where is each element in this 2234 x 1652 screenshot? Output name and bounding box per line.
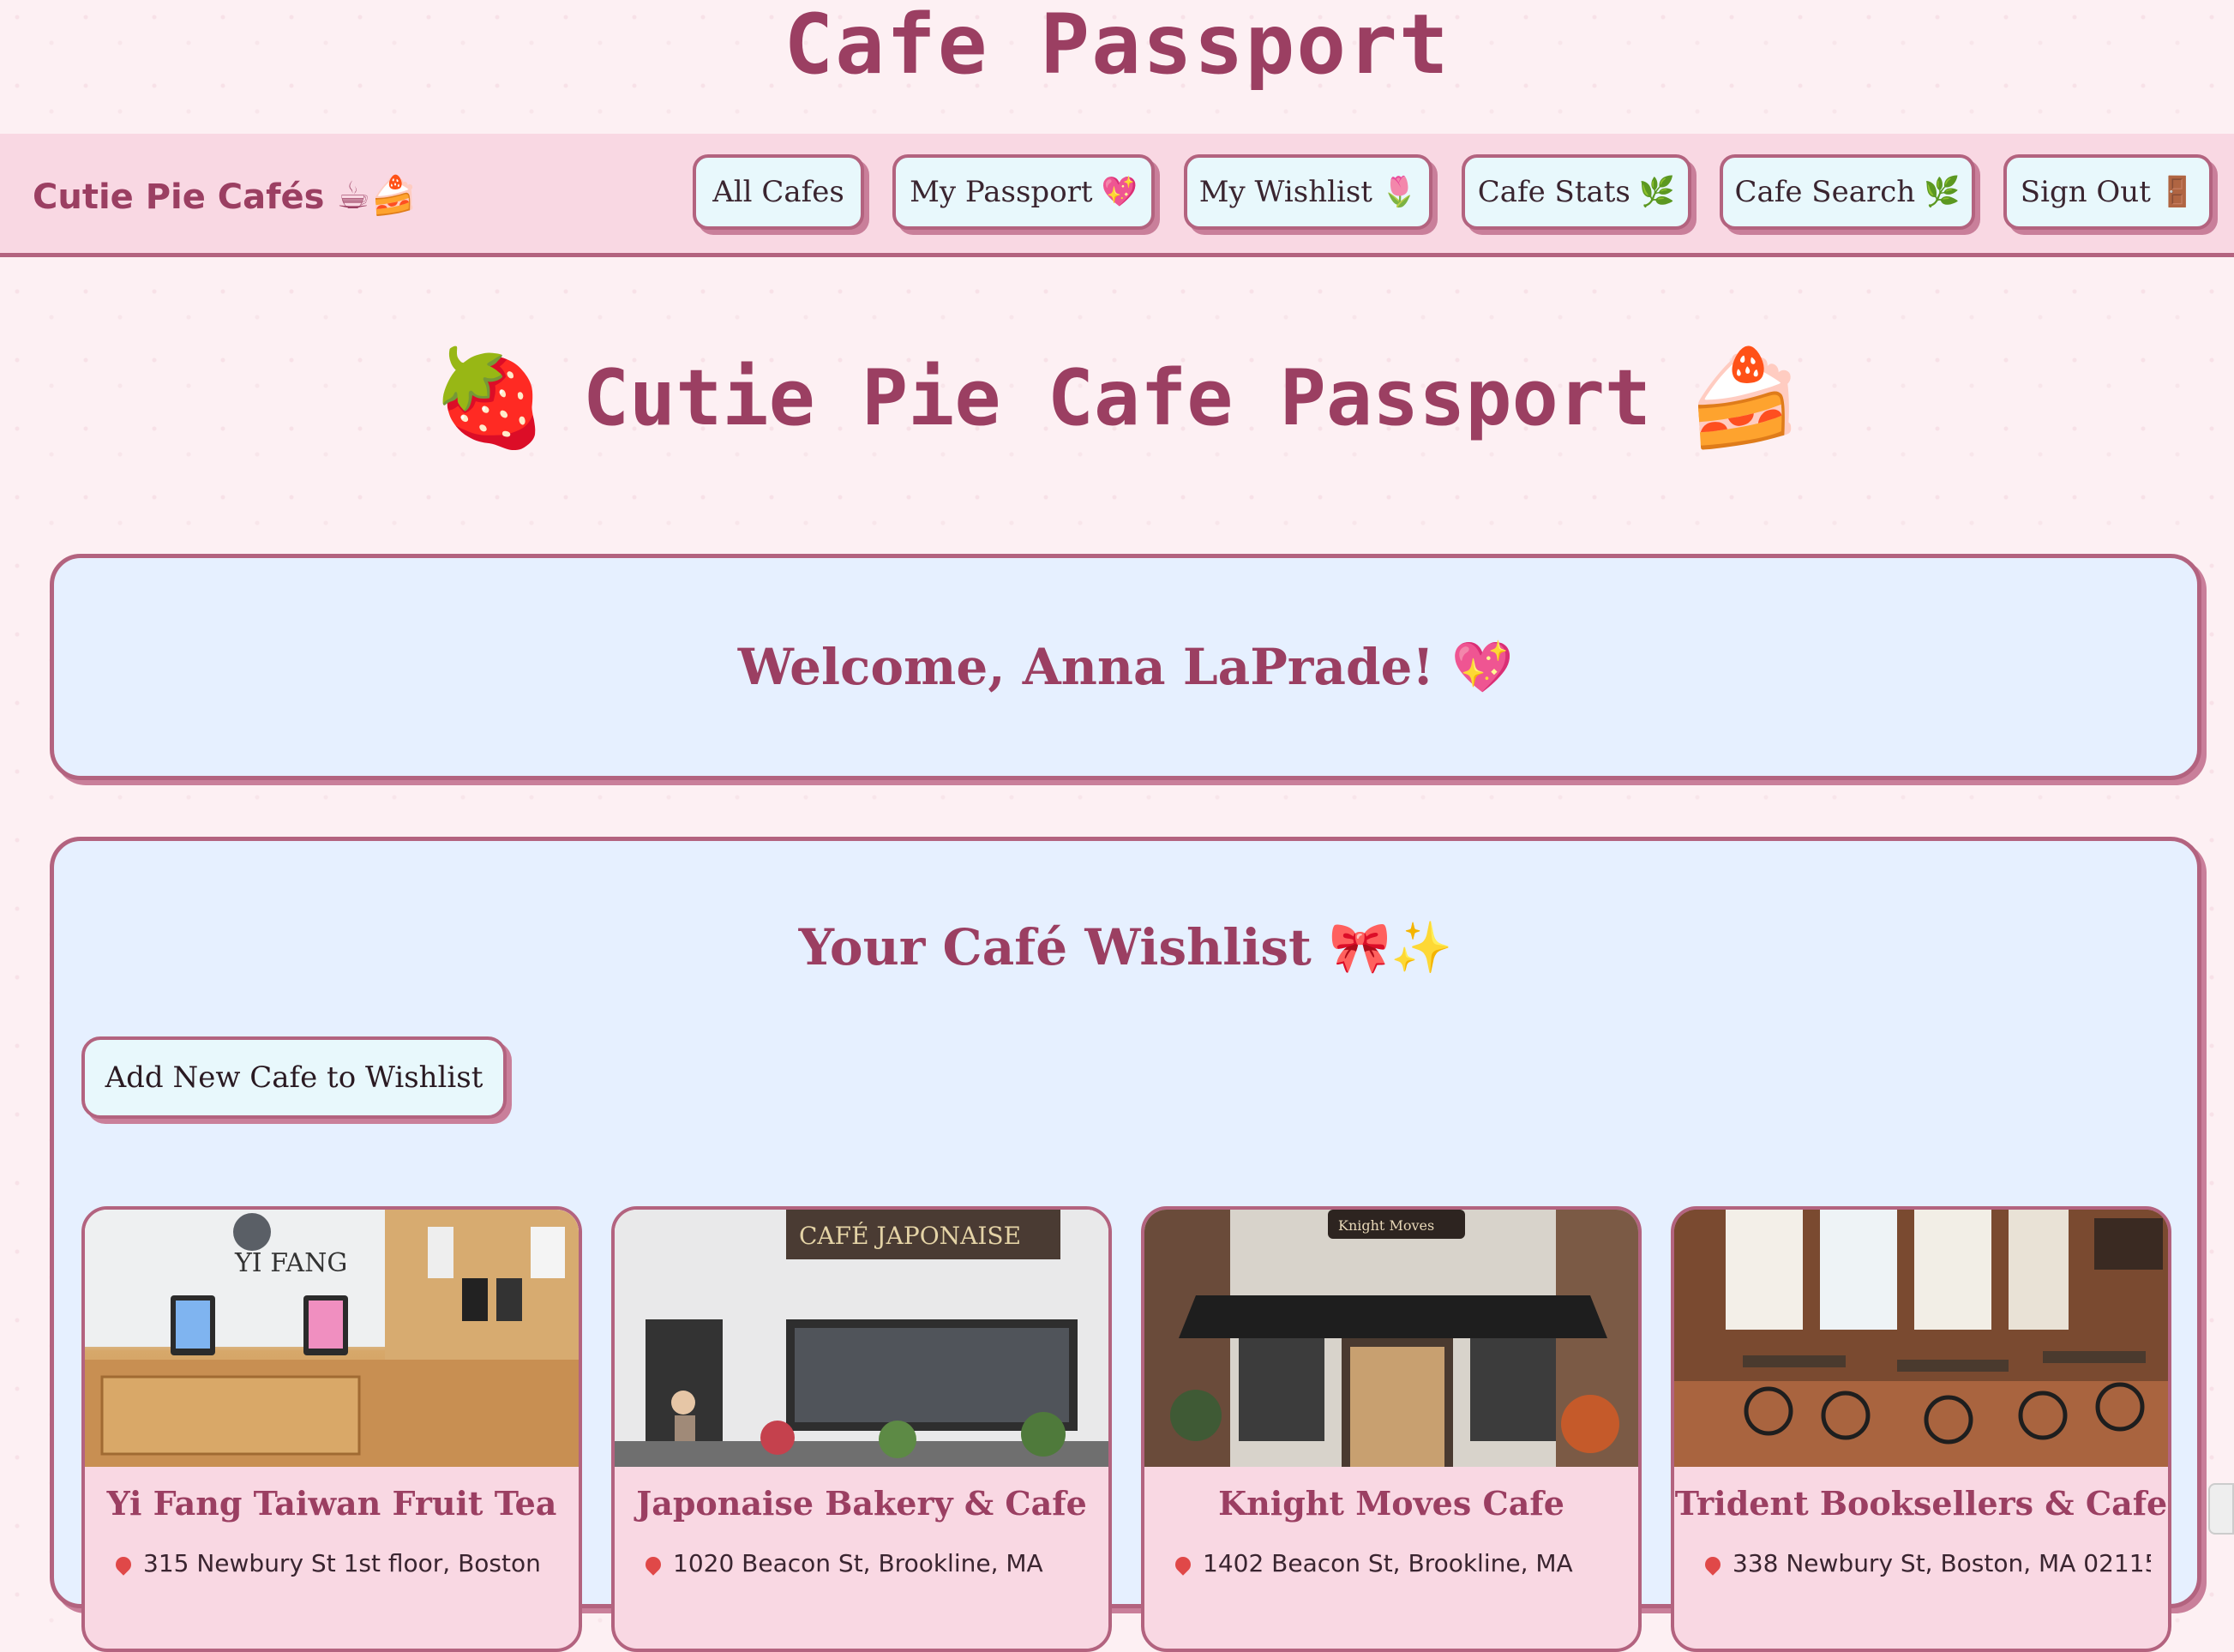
nav-cafe-search-button[interactable]: Cafe Search 🌿 — [1720, 154, 1975, 230]
navbar: Cutie Pie Cafés ☕🍰 All Cafes My Passport 💖… — [0, 134, 2234, 257]
sparkle-heart-icon: 💖 — [1101, 175, 1138, 209]
cafe-name: Japonaise Bakery & Cafe — [636, 1484, 1087, 1523]
strawberry-icon: 🍓 — [430, 343, 549, 453]
wishlist-title: Your Café Wishlist 🎀✨ — [798, 918, 1453, 976]
cafe-card[interactable]: Trident Booksellers & Cafe 338 Newbury S… — [1671, 1206, 2171, 1652]
brand[interactable]: Cutie Pie Cafés ☕🍰 — [33, 173, 417, 218]
cafe-name: Yi Fang Taiwan Fruit Tea — [106, 1484, 557, 1523]
hero-title: Cutie Pie Cafe Passport — [582, 353, 1652, 443]
nav-cafe-search-label: Cafe Search — [1734, 175, 1916, 209]
cafe-address: 338 Newbury St, Boston, MA 02115 — [1705, 1549, 2151, 1577]
hero-heading: 🍓 Cutie Pie Cafe Passport 🍰 — [0, 343, 2234, 454]
cafe-card[interactable]: CAFÉ JAPONAISE Japonaise Bakery & Cafe 1… — [611, 1206, 1112, 1652]
cafe-photo — [1674, 1210, 2168, 1467]
nav-my-passport-label: My Passport — [910, 175, 1093, 209]
cafe-address-text: 315 Newbury St 1st floor, Boston — [143, 1549, 541, 1577]
nav-my-wishlist-label: My Wishlist — [1198, 175, 1372, 209]
nav-all-cafes-button[interactable]: All Cafes — [693, 154, 864, 230]
location-pin-icon — [1705, 1553, 1724, 1576]
door-icon: 🚪 — [2159, 175, 2196, 209]
tulip-icon: 🌷 — [1380, 175, 1418, 209]
coffee-cake-icon: ☕🍰 — [336, 174, 417, 218]
japonaise-storefront-image: CAFÉ JAPONAISE — [615, 1210, 1108, 1467]
add-cafe-to-wishlist-button[interactable]: Add New Cafe to Wishlist — [81, 1036, 507, 1119]
cake-icon: 🍰 — [1685, 343, 1804, 453]
japonaise-sign-text: CAFÉ JAPONAISE — [799, 1222, 1021, 1250]
knight-moves-storefront-image: Knight Moves — [1144, 1210, 1638, 1467]
cafe-address-text: 338 Newbury St, Boston, MA 02115 — [1733, 1549, 2151, 1577]
yi-fang-storefront-image: YI FANG — [85, 1210, 579, 1467]
welcome-text: Welcome, Anna LaPrade! 💖 — [737, 637, 1514, 696]
wishlist-panel: Your Café Wishlist 🎀✨ Add New Cafe to Wi… — [50, 837, 2201, 1652]
nav-sign-out-label: Sign Out — [2020, 175, 2151, 209]
nav-cafe-stats-label: Cafe Stats — [1477, 175, 1630, 209]
cafe-photo: YI FANG — [85, 1210, 579, 1467]
cafe-address: 315 Newbury St 1st floor, Boston — [116, 1549, 562, 1577]
cafe-photo: Knight Moves — [1144, 1210, 1638, 1467]
cafe-name: Trident Booksellers & Cafe — [1674, 1484, 2168, 1523]
cafe-card[interactable]: Knight Moves Knight Moves Cafe 1402 Beac… — [1141, 1206, 1642, 1652]
nav-my-passport-button[interactable]: My Passport 💖 — [892, 154, 1155, 230]
herb-icon: 🌿 — [1638, 175, 1676, 209]
cafe-name: Knight Moves Cafe — [1218, 1484, 1564, 1523]
yi-fang-sign-text: YI FANG — [234, 1248, 347, 1278]
cafe-card[interactable]: YI FANG Yi Fang Taiwan Fruit Tea 315 New… — [81, 1206, 582, 1652]
brand-label: Cutie Pie Cafés — [33, 177, 325, 217]
location-pin-icon — [646, 1553, 664, 1576]
nav-all-cafes-label: All Cafes — [712, 175, 844, 209]
nav-sign-out-button[interactable]: Sign Out 🚪 — [2003, 154, 2213, 230]
cafe-photo: CAFÉ JAPONAISE — [615, 1210, 1108, 1467]
nav-my-wishlist-button[interactable]: My Wishlist 🌷 — [1184, 154, 1432, 230]
herb-icon: 🌿 — [1924, 175, 1961, 209]
scroll-tab[interactable] — [2208, 1483, 2234, 1535]
welcome-panel: Welcome, Anna LaPrade! 💖 — [50, 554, 2201, 780]
cafe-address: 1020 Beacon St, Brookline, MA — [646, 1549, 1091, 1577]
knight-moves-sign-text: Knight Moves — [1338, 1217, 1434, 1234]
site-title: Cafe Passport — [784, 0, 1450, 93]
nav-cafe-stats-button[interactable]: Cafe Stats 🌿 — [1462, 154, 1691, 230]
cafe-address-text: 1402 Beacon St, Brookline, MA — [1203, 1549, 1573, 1577]
cafe-address-text: 1020 Beacon St, Brookline, MA — [673, 1549, 1043, 1577]
location-pin-icon — [116, 1553, 135, 1576]
location-pin-icon — [1175, 1553, 1194, 1576]
cafe-address: 1402 Beacon St, Brookline, MA — [1175, 1549, 1621, 1577]
trident-interior-image — [1674, 1210, 2168, 1467]
